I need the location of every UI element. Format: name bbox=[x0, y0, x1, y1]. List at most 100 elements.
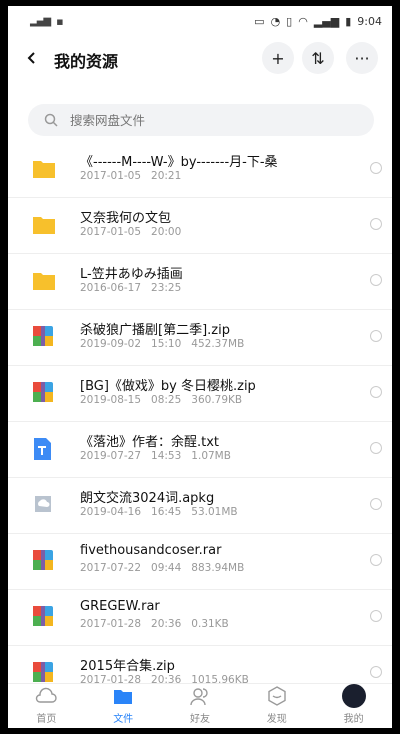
file-name: [BG]《做戏》by 冬日樱桃.zip bbox=[80, 379, 256, 394]
file-meta: 2019-04-16 16:45 53.01MB bbox=[80, 506, 248, 518]
file-row[interactable]: GREGEW.rar 2017-01-28 20:36 0.31KB bbox=[8, 590, 392, 646]
file-time: 08:25 bbox=[151, 394, 182, 406]
file-meta: 2019-09-02 15:10 452.37MB bbox=[80, 338, 254, 350]
file-date: 2017-01-28 bbox=[80, 618, 142, 630]
txt-file-icon bbox=[32, 437, 56, 461]
file-name: 杀破狼广播剧[第二季].zip bbox=[80, 323, 230, 338]
file-name: 《落池》作者：余酲.txt bbox=[80, 435, 220, 450]
nfc-icon: ▭ bbox=[254, 14, 265, 28]
file-size: 360.79KB bbox=[191, 394, 243, 406]
file-time: 20:36 bbox=[151, 618, 182, 630]
file-row[interactable]: 《------M----W-》by-------月-下-桑 2017-01-05 2… bbox=[8, 142, 392, 198]
apkg-file-icon bbox=[32, 493, 56, 517]
file-name: GREGEW.rar bbox=[80, 599, 160, 614]
select-radio[interactable] bbox=[370, 610, 382, 622]
bottom-tab-bar: 首页 文件 好友 发现 我的 bbox=[8, 683, 392, 728]
file-list: 《------M----W-》by-------月-下-桑 2017-01-05 2… bbox=[8, 142, 392, 702]
sort-icon: ⇅ bbox=[311, 48, 325, 68]
tab-home-label: 首页 bbox=[36, 714, 57, 725]
tab-files[interactable]: 文件 bbox=[85, 684, 162, 728]
wifi-icon: ◠ bbox=[298, 14, 308, 28]
header: 我的资源 + ⇅ ··· bbox=[8, 36, 392, 80]
back-button[interactable] bbox=[20, 46, 44, 70]
select-radio[interactable] bbox=[370, 162, 382, 174]
signal-icon: ▂▄▆ bbox=[30, 15, 51, 27]
tab-friends-label: 好友 bbox=[189, 714, 210, 725]
file-name: L-笠井あゆみ插画 bbox=[80, 267, 183, 282]
more-button[interactable]: ··· bbox=[346, 42, 378, 74]
file-meta: 2019-07-27 14:53 1.07MB bbox=[80, 450, 241, 462]
search-icon bbox=[42, 111, 60, 129]
vibrate-icon: ▯ bbox=[286, 14, 293, 28]
file-meta: 2016-06-17 23:25 bbox=[80, 282, 201, 294]
file-row[interactable]: fivethousandcoser.rar 2017-07-22 09:44 883.… bbox=[8, 534, 392, 590]
alarm-icon: ◔ bbox=[270, 14, 281, 28]
search-input[interactable] bbox=[68, 111, 352, 129]
file-row[interactable]: L-笠井あゆみ插画 2016-06-17 23:25 bbox=[8, 254, 392, 310]
folder-file-icon bbox=[32, 269, 56, 293]
file-row[interactable]: 又奈我何の文包 2017-01-05 20:00 bbox=[8, 198, 392, 254]
zip-file-icon bbox=[32, 381, 56, 405]
zip-file-icon bbox=[32, 325, 56, 349]
folder-file-icon bbox=[32, 213, 56, 237]
add-button[interactable]: + bbox=[262, 42, 294, 74]
select-radio[interactable] bbox=[370, 442, 382, 454]
status-right: ▭ ◔ ▯ ◠ ▂▄▆ ▮ 9:04 bbox=[254, 15, 382, 28]
tab-discover[interactable]: 发现 bbox=[238, 684, 315, 728]
select-radio[interactable] bbox=[370, 498, 382, 510]
file-time: 15:10 bbox=[151, 338, 182, 350]
home-cloud-icon bbox=[34, 684, 58, 708]
folder-icon bbox=[111, 684, 135, 708]
select-radio[interactable] bbox=[370, 218, 382, 230]
file-row[interactable]: 朗文交流3024词.apkg 2019-04-16 16:45 53.01MB bbox=[8, 478, 392, 534]
zip-file-icon bbox=[32, 549, 56, 573]
file-size: 0.31KB bbox=[191, 618, 229, 630]
file-size: 53.01MB bbox=[191, 506, 238, 518]
select-radio[interactable] bbox=[370, 330, 382, 342]
avatar bbox=[341, 684, 366, 708]
friends-icon bbox=[188, 684, 212, 708]
phone-screen: ▂▄▆ ▪ ▭ ◔ ▯ ◠ ▂▄▆ ▮ 9:04 我的资源 + ⇅ ··· 搜索… bbox=[8, 6, 392, 728]
file-time: 14:53 bbox=[151, 450, 182, 462]
tab-me[interactable]: 我的 bbox=[315, 684, 392, 728]
sort-button[interactable]: ⇅ bbox=[302, 42, 334, 74]
file-name: 朗文交流3024词.apkg bbox=[80, 491, 215, 506]
file-time: 20:21 bbox=[151, 170, 182, 182]
file-date: 2017-01-05 bbox=[80, 170, 142, 182]
battery-icon: ▮ bbox=[345, 14, 352, 28]
file-time: 23:25 bbox=[151, 282, 182, 294]
file-date: 2019-04-16 bbox=[80, 506, 142, 518]
search-bar[interactable] bbox=[28, 104, 374, 136]
file-date: 2017-01-05 bbox=[80, 226, 142, 238]
tab-home[interactable]: 首页 bbox=[8, 684, 85, 728]
file-size: 1.07MB bbox=[191, 450, 231, 462]
file-date: 2019-07-27 bbox=[80, 450, 142, 462]
file-meta: 2017-01-28 20:36 0.31KB bbox=[80, 618, 239, 630]
tab-friends[interactable]: 好友 bbox=[162, 684, 239, 728]
file-time: 09:44 bbox=[151, 562, 182, 574]
file-date: 2016-06-17 bbox=[80, 282, 142, 294]
status-bar: ▂▄▆ ▪ ▭ ◔ ▯ ◠ ▂▄▆ ▮ 9:04 bbox=[8, 6, 392, 36]
zip-file-icon bbox=[32, 661, 56, 685]
file-size: 883.94MB bbox=[191, 562, 245, 574]
file-meta: 2019-08-15 08:25 360.79KB bbox=[80, 394, 252, 406]
file-name: fivethousandcoser.rar bbox=[80, 543, 222, 558]
file-time: 20:00 bbox=[151, 226, 182, 238]
file-row[interactable]: 杀破狼广播剧[第二季].zip 2019-09-02 15:10 452.37MB bbox=[8, 310, 392, 366]
select-radio[interactable] bbox=[370, 274, 382, 286]
file-size: 452.37MB bbox=[191, 338, 245, 350]
select-radio[interactable] bbox=[370, 386, 382, 398]
file-meta: 2017-01-05 20:21 bbox=[80, 170, 201, 182]
more-icon: ··· bbox=[354, 48, 370, 68]
file-row[interactable]: [BG]《做戏》by 冬日樱桃.zip 2019-08-15 08:25 360.79… bbox=[8, 366, 392, 422]
select-radio[interactable] bbox=[370, 554, 382, 566]
select-radio[interactable] bbox=[370, 666, 382, 678]
cell-signal-icon: ▂▄▆ bbox=[313, 14, 340, 28]
chevron-left-icon bbox=[27, 52, 35, 64]
file-name: 《------M----W-》by-------月-下-桑 bbox=[80, 155, 278, 170]
file-date: 2019-08-15 bbox=[80, 394, 142, 406]
file-row[interactable]: 《落池》作者：余酲.txt 2019-07-27 14:53 1.07MB bbox=[8, 422, 392, 478]
file-name: 2015年合集.zip bbox=[80, 659, 175, 674]
folder-file-icon bbox=[32, 157, 56, 181]
file-meta: 2017-01-05 20:00 bbox=[80, 226, 201, 238]
